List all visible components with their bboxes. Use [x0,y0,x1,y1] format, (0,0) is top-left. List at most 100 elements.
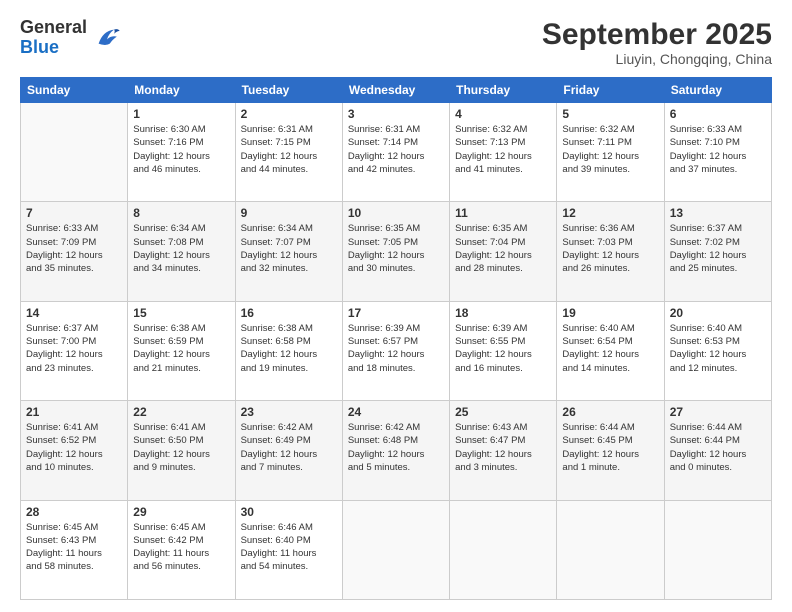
calendar-week-row: 7Sunrise: 6:33 AM Sunset: 7:09 PM Daylig… [21,202,772,301]
day-number: 6 [670,107,766,121]
calendar-cell: 14 Sunrise: 6:37 AM Sunset: 7:00 PM Dayli… [21,301,128,400]
day-content: Sunrise: 6:42 AM Sunset: 6:49 PM Dayligh… [241,421,337,474]
column-header-tuesday: Tuesday [235,78,342,103]
day-number: 30 [241,505,337,519]
day-content: Sunrise: 6:44 AM Sunset: 6:45 PM Dayligh… [562,421,658,474]
day-content: Sunrise: 6:37 AM Sunset: 7:02 PM Dayligh… [670,222,766,275]
calendar-table: SundayMondayTuesdayWednesdayThursdayFrid… [20,77,772,600]
calendar-cell: 8 Sunrise: 6:34 AM Sunset: 7:08 PM Daylig… [128,202,235,301]
page-header: General Blue September 2025 Liuyin, Chon… [20,18,772,67]
calendar-cell: 18 Sunrise: 6:39 AM Sunset: 6:55 PM Dayli… [450,301,557,400]
day-content: Sunrise: 6:33 AM Sunset: 7:10 PM Dayligh… [670,123,766,176]
calendar-cell: 17 Sunrise: 6:39 AM Sunset: 6:57 PM Dayli… [342,301,449,400]
calendar-cell: 23 Sunrise: 6:42 AM Sunset: 6:49 PM Dayli… [235,401,342,500]
logo: General Blue [20,18,121,58]
day-number: 15 [133,306,229,320]
calendar-cell: 21 Sunrise: 6:41 AM Sunset: 6:52 PM Dayli… [21,401,128,500]
day-content: Sunrise: 6:35 AM Sunset: 7:04 PM Dayligh… [455,222,551,275]
day-number: 2 [241,107,337,121]
day-content: Sunrise: 6:31 AM Sunset: 7:15 PM Dayligh… [241,123,337,176]
day-content: Sunrise: 6:39 AM Sunset: 6:55 PM Dayligh… [455,322,551,375]
day-number: 1 [133,107,229,121]
column-header-sunday: Sunday [21,78,128,103]
calendar-cell: 2 Sunrise: 6:31 AM Sunset: 7:15 PM Daylig… [235,103,342,202]
day-number: 10 [348,206,444,220]
day-number: 3 [348,107,444,121]
day-content: Sunrise: 6:32 AM Sunset: 7:11 PM Dayligh… [562,123,658,176]
day-number: 20 [670,306,766,320]
calendar-cell: 20 Sunrise: 6:40 AM Sunset: 6:53 PM Dayli… [664,301,771,400]
day-content: Sunrise: 6:30 AM Sunset: 7:16 PM Dayligh… [133,123,229,176]
day-content: Sunrise: 6:44 AM Sunset: 6:44 PM Dayligh… [670,421,766,474]
day-content: Sunrise: 6:31 AM Sunset: 7:14 PM Dayligh… [348,123,444,176]
calendar-cell: 13 Sunrise: 6:37 AM Sunset: 7:02 PM Dayli… [664,202,771,301]
day-number: 25 [455,405,551,419]
calendar-cell: 4 Sunrise: 6:32 AM Sunset: 7:13 PM Daylig… [450,103,557,202]
calendar-cell [450,500,557,599]
day-number: 7 [26,206,122,220]
day-number: 14 [26,306,122,320]
logo-blue: Blue [20,38,87,58]
day-number: 22 [133,405,229,419]
day-number: 19 [562,306,658,320]
day-content: Sunrise: 6:45 AM Sunset: 6:42 PM Dayligh… [133,521,229,574]
calendar-cell: 25 Sunrise: 6:43 AM Sunset: 6:47 PM Dayli… [450,401,557,500]
calendar-cell: 5 Sunrise: 6:32 AM Sunset: 7:11 PM Daylig… [557,103,664,202]
calendar-cell: 29Sunrise: 6:45 AM Sunset: 6:42 PM Dayli… [128,500,235,599]
day-number: 11 [455,206,551,220]
day-content: Sunrise: 6:40 AM Sunset: 6:53 PM Dayligh… [670,322,766,375]
day-number: 26 [562,405,658,419]
calendar-cell [664,500,771,599]
day-content: Sunrise: 6:34 AM Sunset: 7:08 PM Dayligh… [133,222,229,275]
calendar-cell: 15 Sunrise: 6:38 AM Sunset: 6:59 PM Dayli… [128,301,235,400]
subtitle: Liuyin, Chongqing, China [542,51,772,67]
day-number: 4 [455,107,551,121]
column-header-monday: Monday [128,78,235,103]
calendar-cell: 19 Sunrise: 6:40 AM Sunset: 6:54 PM Dayli… [557,301,664,400]
day-number: 18 [455,306,551,320]
column-header-friday: Friday [557,78,664,103]
day-number: 5 [562,107,658,121]
day-content: Sunrise: 6:43 AM Sunset: 6:47 PM Dayligh… [455,421,551,474]
day-number: 27 [670,405,766,419]
day-content: Sunrise: 6:38 AM Sunset: 6:59 PM Dayligh… [133,322,229,375]
calendar-cell: 24 Sunrise: 6:42 AM Sunset: 6:48 PM Dayli… [342,401,449,500]
logo-bird-icon [93,24,121,52]
day-content: Sunrise: 6:40 AM Sunset: 6:54 PM Dayligh… [562,322,658,375]
calendar-cell: 12Sunrise: 6:36 AM Sunset: 7:03 PM Dayli… [557,202,664,301]
day-content: Sunrise: 6:37 AM Sunset: 7:00 PM Dayligh… [26,322,122,375]
calendar-cell: 11 Sunrise: 6:35 AM Sunset: 7:04 PM Dayli… [450,202,557,301]
calendar-cell: 3 Sunrise: 6:31 AM Sunset: 7:14 PM Daylig… [342,103,449,202]
day-number: 21 [26,405,122,419]
calendar-cell: 1 Sunrise: 6:30 AM Sunset: 7:16 PM Daylig… [128,103,235,202]
calendar-cell: 6 Sunrise: 6:33 AM Sunset: 7:10 PM Daylig… [664,103,771,202]
calendar-cell: 10Sunrise: 6:35 AM Sunset: 7:05 PM Dayli… [342,202,449,301]
calendar-cell: 9Sunrise: 6:34 AM Sunset: 7:07 PM Daylig… [235,202,342,301]
title-block: September 2025 Liuyin, Chongqing, China [542,18,772,67]
calendar-week-row: 14 Sunrise: 6:37 AM Sunset: 7:00 PM Dayli… [21,301,772,400]
day-number: 13 [670,206,766,220]
day-number: 23 [241,405,337,419]
calendar-header-row: SundayMondayTuesdayWednesdayThursdayFrid… [21,78,772,103]
column-header-saturday: Saturday [664,78,771,103]
day-number: 17 [348,306,444,320]
day-content: Sunrise: 6:34 AM Sunset: 7:07 PM Dayligh… [241,222,337,275]
column-header-thursday: Thursday [450,78,557,103]
day-number: 28 [26,505,122,519]
day-number: 16 [241,306,337,320]
day-content: Sunrise: 6:39 AM Sunset: 6:57 PM Dayligh… [348,322,444,375]
day-number: 8 [133,206,229,220]
day-content: Sunrise: 6:41 AM Sunset: 6:52 PM Dayligh… [26,421,122,474]
day-content: Sunrise: 6:38 AM Sunset: 6:58 PM Dayligh… [241,322,337,375]
calendar-cell: 26 Sunrise: 6:44 AM Sunset: 6:45 PM Dayli… [557,401,664,500]
calendar-week-row: 21 Sunrise: 6:41 AM Sunset: 6:52 PM Dayli… [21,401,772,500]
column-header-wednesday: Wednesday [342,78,449,103]
calendar-cell: 28Sunrise: 6:45 AM Sunset: 6:43 PM Dayli… [21,500,128,599]
main-title: September 2025 [542,18,772,51]
day-content: Sunrise: 6:42 AM Sunset: 6:48 PM Dayligh… [348,421,444,474]
day-number: 24 [348,405,444,419]
calendar-cell [342,500,449,599]
logo-general: General [20,18,87,38]
calendar-cell [21,103,128,202]
day-content: Sunrise: 6:32 AM Sunset: 7:13 PM Dayligh… [455,123,551,176]
